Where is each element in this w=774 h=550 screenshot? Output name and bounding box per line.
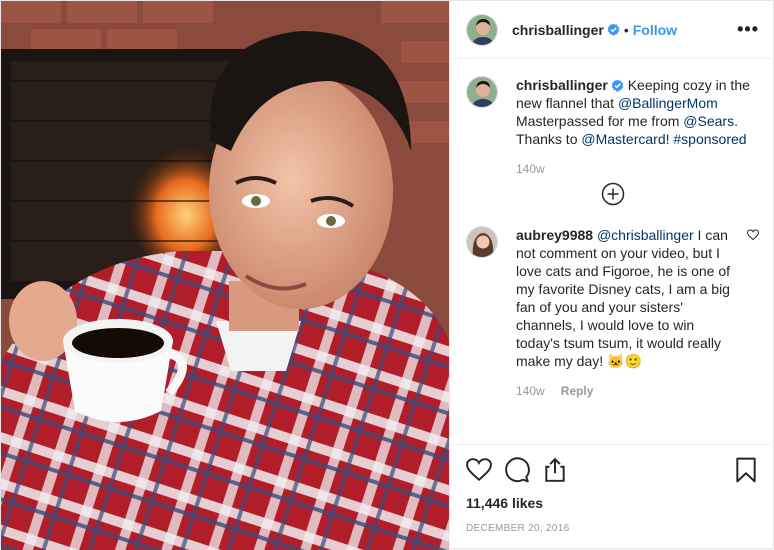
commenter-username[interactable]: aubrey9988 xyxy=(516,227,593,243)
caption-link[interactable]: @Sears xyxy=(683,113,734,129)
comment-body: I can not comment on your video, but I l… xyxy=(516,227,731,369)
caption-link[interactable]: #sponsored xyxy=(673,131,746,147)
comment-meta: 140w Reply xyxy=(516,384,739,398)
load-more-comments-icon[interactable] xyxy=(601,182,625,206)
separator-dot: • xyxy=(623,21,629,38)
more-options-icon[interactable]: ••• xyxy=(737,19,759,40)
caption-link[interactable]: @Mastercard xyxy=(581,131,665,147)
caption: chrisballinger Keeping cozy in the new f… xyxy=(466,76,759,176)
verified-badge-icon xyxy=(607,23,620,36)
post-date: DECEMBER 20, 2016 xyxy=(466,523,570,534)
caption-author-avatar[interactable] xyxy=(466,76,498,108)
caption-meta: 140w xyxy=(516,162,759,176)
comment-icon[interactable] xyxy=(504,457,530,483)
load-more-comments xyxy=(466,182,759,208)
caption-text: chrisballinger Keeping cozy in the new f… xyxy=(516,76,759,148)
reply-button[interactable]: Reply xyxy=(561,384,594,398)
heart-icon[interactable] xyxy=(466,457,492,483)
man-with-coffee-photo xyxy=(1,1,449,550)
comment-mention[interactable]: @chrisballinger xyxy=(597,227,694,243)
verified-badge-icon xyxy=(611,79,624,92)
post-actions: 11,446 likes DECEMBER 20, 2016 xyxy=(450,444,774,534)
comments-list[interactable]: chrisballinger Keeping cozy in the new f… xyxy=(450,60,774,444)
bookmark-icon[interactable] xyxy=(733,457,759,483)
commenter-avatar[interactable] xyxy=(466,226,498,258)
caption-link[interactable]: @BallingerMom xyxy=(618,95,718,111)
post-header: chrisballinger • Follow ••• xyxy=(450,1,774,59)
comment-timestamp[interactable]: 140w xyxy=(516,384,545,398)
caption-timestamp[interactable]: 140w xyxy=(516,162,545,176)
action-bar xyxy=(466,455,759,485)
post-photo[interactable] xyxy=(1,1,449,550)
follow-button[interactable]: Follow xyxy=(633,22,677,38)
like-comment-icon[interactable] xyxy=(747,229,759,241)
author-avatar[interactable] xyxy=(466,13,498,46)
caption-text-part: Masterpassed for me from xyxy=(516,113,684,129)
share-icon[interactable] xyxy=(542,457,568,483)
author-username[interactable]: chrisballinger xyxy=(512,22,604,38)
caption-username[interactable]: chrisballinger xyxy=(516,77,608,93)
instagram-post: chrisballinger • Follow ••• chrisballing… xyxy=(0,0,774,550)
likes-count[interactable]: 11,446 likes xyxy=(466,495,759,511)
comment-item: aubrey9988 @chrisballinger I can not com… xyxy=(466,226,759,398)
comment-text: aubrey9988 @chrisballinger I can not com… xyxy=(516,226,739,370)
post-sidebar: chrisballinger • Follow ••• chrisballing… xyxy=(449,1,774,550)
